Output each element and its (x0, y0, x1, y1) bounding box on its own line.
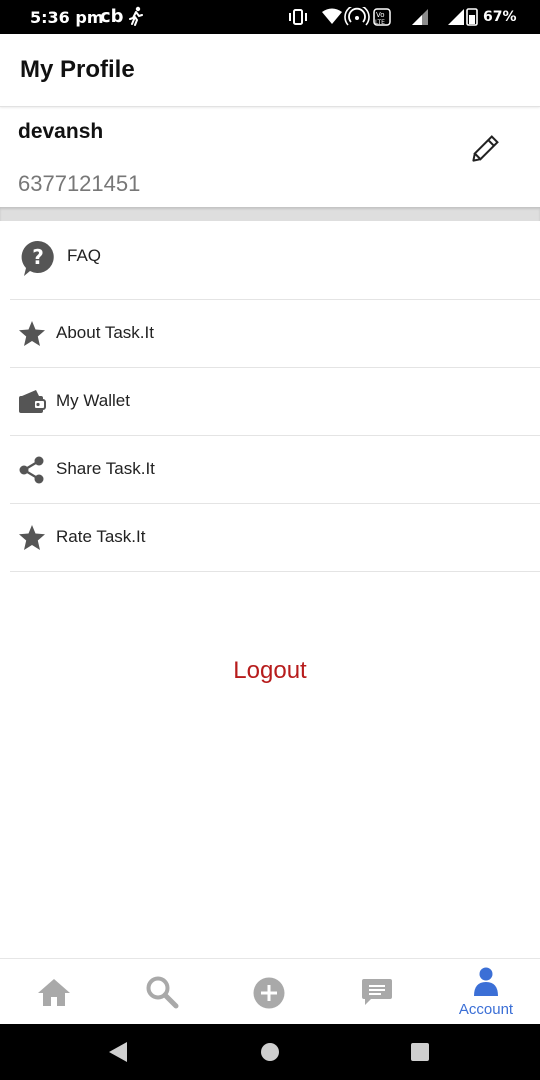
person-icon (474, 967, 498, 996)
back-icon[interactable] (108, 1041, 128, 1063)
menu-item-label: FAQ (67, 246, 102, 265)
pencil-icon[interactable] (466, 132, 502, 168)
vibrate-icon (289, 9, 307, 25)
menu-item-wallet[interactable]: My Wallet (10, 368, 540, 436)
nav-add[interactable] (216, 959, 324, 1025)
battery-icon (466, 8, 478, 26)
menu-item-label: About Task.It (56, 323, 154, 342)
menu-item-label: Share Task.It (56, 459, 155, 478)
signal-icon (412, 9, 428, 25)
nav-account-label: Account (458, 1001, 514, 1018)
star-icon (19, 525, 45, 550)
recents-icon[interactable] (410, 1042, 430, 1062)
add-circle-icon (253, 977, 285, 1009)
profile-menu: ? FAQ About Task.It My Wallet Share Task… (10, 221, 540, 572)
status-bar: 5:36 pm cb Vo LTE 67% (0, 0, 540, 34)
nav-account[interactable]: Account (432, 959, 540, 1025)
share-icon (19, 456, 44, 484)
bottom-nav: Account (0, 958, 540, 1025)
volte-icon: Vo LTE (373, 8, 391, 26)
section-divider (0, 207, 540, 221)
signal-icon (448, 9, 464, 25)
svg-text:Vo: Vo (376, 11, 385, 19)
menu-item-faq[interactable]: ? FAQ (10, 221, 540, 300)
profile-phone: 6377121451 (18, 171, 141, 196)
menu-item-label: Rate Task.It (56, 527, 146, 546)
profile-name: devansh (18, 120, 104, 143)
menu-item-about[interactable]: About Task.It (10, 300, 540, 368)
hotspot-icon (344, 7, 370, 26)
menu-item-rate[interactable]: Rate Task.It (10, 504, 540, 572)
star-icon (19, 321, 45, 346)
chat-icon (362, 979, 392, 1005)
page-title: My Profile (20, 56, 135, 83)
question-bubble-icon: ? (21, 240, 54, 276)
home-circle-icon[interactable] (260, 1042, 280, 1062)
svg-text:LTE: LTE (375, 19, 385, 26)
nav-home[interactable] (0, 959, 108, 1025)
profile-card: devansh 6377121451 (0, 107, 540, 207)
runner-icon (129, 6, 143, 26)
menu-item-label: My Wallet (56, 391, 130, 410)
system-nav-bar (0, 1024, 540, 1080)
search-icon (146, 976, 179, 1009)
carrier-text: cb (100, 6, 124, 27)
home-icon (38, 979, 70, 1006)
menu-item-share[interactable]: Share Task.It (10, 436, 540, 504)
app-header: My Profile (0, 34, 540, 107)
wallet-icon (19, 390, 46, 413)
svg-text:?: ? (32, 245, 44, 269)
wifi-icon (322, 8, 342, 24)
battery-percent: 67% (483, 9, 517, 25)
status-time: 5:36 pm (30, 8, 104, 27)
system-status-icons: Vo LTE (289, 7, 478, 26)
nav-messages[interactable] (324, 959, 432, 1025)
logout-button[interactable]: Logout (0, 657, 540, 685)
nav-search[interactable] (108, 959, 216, 1025)
